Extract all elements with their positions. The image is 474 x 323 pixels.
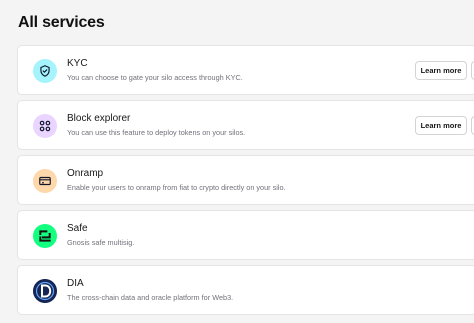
shield-check-icon [33,59,57,83]
credit-card-icon [33,169,57,193]
service-card-dia: DIA The cross-chain data and oracle plat… [17,265,474,315]
dia-logo-icon [33,279,57,303]
service-description: You can use this feature to deploy token… [67,128,246,137]
service-description: You can choose to gate your silo access … [67,73,243,82]
service-title: Block explorer [67,113,131,124]
service-title: Onramp [67,168,104,179]
service-card-kyc: KYC You can choose to gate your silo acc… [17,45,474,95]
service-title: KYC [67,58,88,69]
service-title: Safe [67,223,88,234]
service-card-block-explorer: Block explorer You can use this feature … [17,100,474,150]
service-description: The cross-chain data and oracle platform… [67,293,234,302]
service-description: Gnosis safe multisig. [67,238,135,247]
safe-logo-icon [33,224,57,248]
learn-more-button[interactable]: Learn more [415,116,467,135]
service-title: DIA [67,278,84,289]
service-card-safe: Safe Gnosis safe multisig. [17,210,474,260]
learn-more-button[interactable]: Learn more [415,61,467,80]
service-card-onramp: Onramp Enable your users to onramp from … [17,155,474,205]
services-list: KYC You can choose to gate your silo acc… [17,45,474,320]
service-description: Enable your users to onramp from fiat to… [67,183,286,192]
grid-icon [33,114,57,138]
page-title: All services [18,14,105,31]
